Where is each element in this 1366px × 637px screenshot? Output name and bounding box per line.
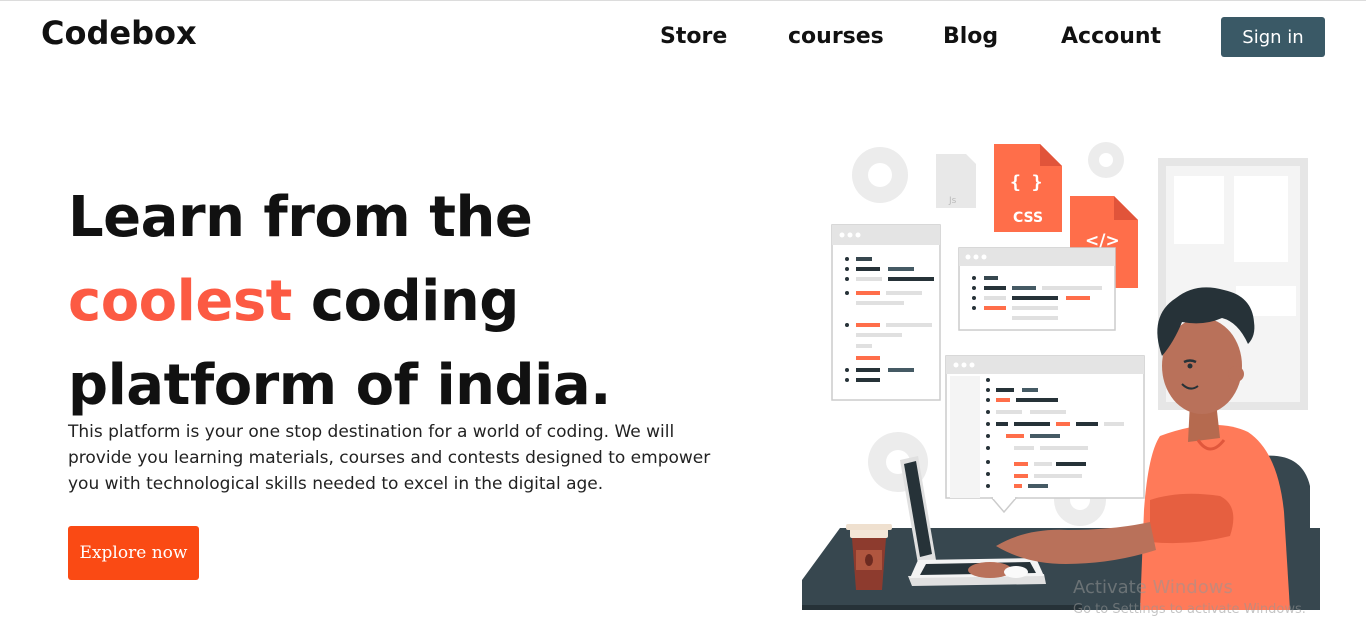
mouse-icon [1004,566,1028,578]
nav-courses[interactable]: courses [788,24,884,49]
code-window-top [958,247,1116,331]
css-file-label: CSS [1013,210,1043,226]
nav-store[interactable]: Store [660,24,727,49]
code-window-left [831,224,941,401]
windows-activation-subtitle: Go to Settings to activate Windows. [1073,602,1306,617]
hero-title: Learn from the coolest coding platform o… [68,176,768,428]
css-file-icon: { } CSS [994,144,1062,232]
person-arm [1150,493,1234,544]
desk-edge [802,605,1082,610]
sign-in-button[interactable]: Sign in [1221,17,1325,57]
js-file-icon: Js [936,154,976,208]
coding-illustration: Js { } CSS </> [802,142,1320,610]
nav-blog[interactable]: Blog [943,24,998,49]
board-note [1234,176,1288,262]
board-note [1174,176,1224,244]
js-file-label: Js [948,196,957,206]
hero-description: This platform is your one stop destinati… [68,422,711,494]
explore-now-button[interactable]: Explore now [68,526,199,580]
top-border [0,0,1366,1]
css-braces-label: { } [1010,172,1043,193]
nav-account[interactable]: Account [1061,24,1161,49]
main-nav: Store courses Blog Account [0,24,1366,56]
windows-activation-title: Activate Windows [1073,577,1233,598]
code-window-main [945,355,1145,514]
hero-title-part1: Learn from the [68,185,533,250]
hero-title-accent: coolest [68,269,292,334]
gear-icon [852,147,908,203]
gear-icon [1088,142,1124,178]
